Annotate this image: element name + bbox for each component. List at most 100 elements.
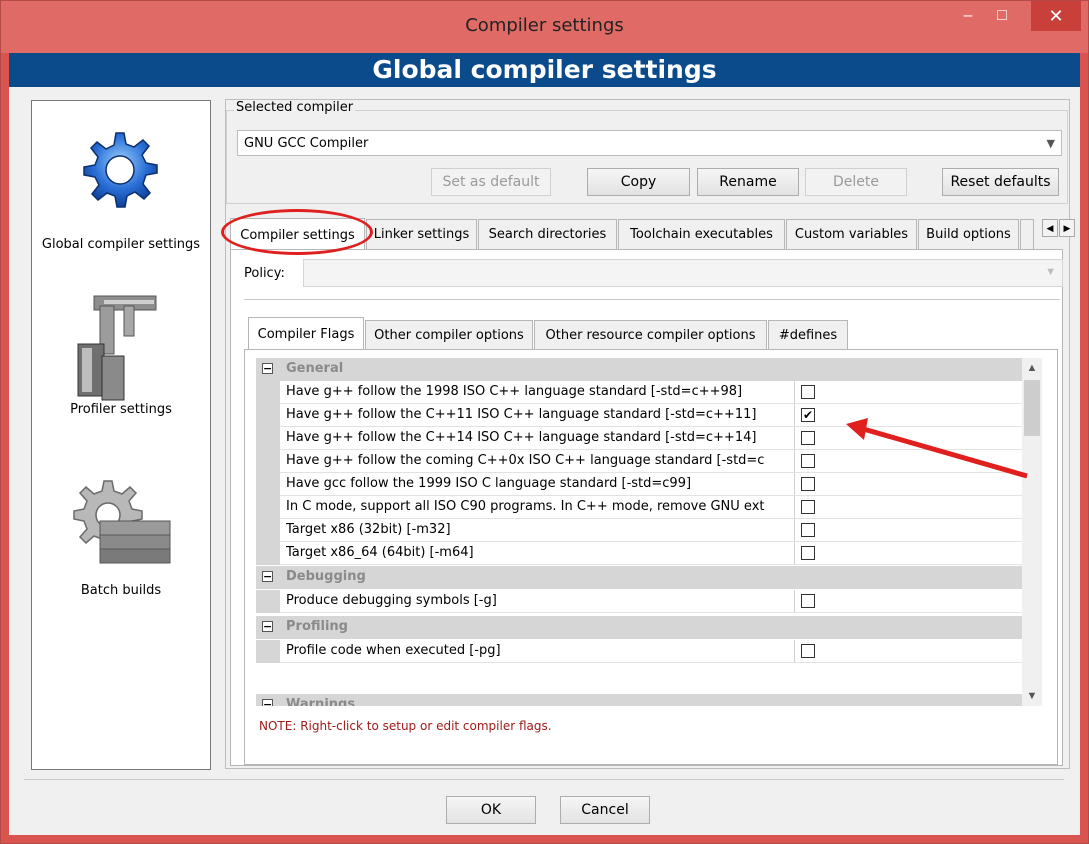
chevron-down-icon: ▼ xyxy=(1046,137,1055,150)
row-gutter xyxy=(256,590,280,613)
caliper-icon xyxy=(77,295,157,401)
flag-checkbox[interactable] xyxy=(801,454,815,468)
tab-other-resource-compiler-options[interactable]: Other resource compiler options xyxy=(534,320,767,350)
sidebar-item-label: Profiler settings xyxy=(70,402,172,417)
flag-row[interactable]: Produce debugging symbols [-g] xyxy=(256,590,1022,613)
flag-name: Profile code when executed [-pg] xyxy=(286,643,501,658)
set-as-default-button[interactable]: Set as default xyxy=(431,168,551,196)
tab-compiler-flags[interactable]: Compiler Flags xyxy=(248,317,364,350)
flag-row[interactable]: In C mode, support all ISO C90 programs.… xyxy=(256,496,1022,519)
copy-button[interactable]: Copy xyxy=(587,168,690,196)
flag-checkbox[interactable] xyxy=(801,546,815,560)
column-divider xyxy=(794,473,795,496)
delete-button[interactable]: Delete xyxy=(805,168,907,196)
tab-search-directories[interactable]: Search directories xyxy=(478,219,617,249)
minimize-button[interactable]: – xyxy=(951,1,985,31)
flag-name: Have g++ follow the C++11 ISO C++ langua… xyxy=(286,407,757,422)
policy-separator xyxy=(244,299,1060,300)
flag-checkbox[interactable] xyxy=(801,500,815,514)
maximize-button[interactable]: □ xyxy=(985,1,1019,31)
title-bar[interactable]: Compiler settings – □ ✕ xyxy=(1,1,1088,53)
flag-checkbox[interactable] xyxy=(801,385,815,399)
tab-custom-variables[interactable]: Custom variables xyxy=(786,219,917,249)
flag-row[interactable]: Target x86 (32bit) [-m32] xyxy=(256,519,1022,542)
row-gutter xyxy=(256,427,280,450)
column-divider xyxy=(794,427,795,450)
flag-name: Have gcc follow the 1999 ISO C language … xyxy=(286,476,692,491)
tab-scroll-left-button[interactable]: ◀ xyxy=(1042,219,1058,237)
collapse-toggle-icon[interactable]: − xyxy=(262,621,273,632)
collapse-toggle-icon[interactable]: − xyxy=(262,699,273,706)
policy-label: Policy: xyxy=(244,266,285,281)
flag-name: Target x86 (32bit) [-m32] xyxy=(286,522,451,537)
row-gutter xyxy=(256,542,280,565)
column-divider xyxy=(794,640,795,663)
collapse-toggle-icon[interactable]: − xyxy=(262,363,273,374)
row-gutter xyxy=(256,381,280,404)
tab-defines[interactable]: #defines xyxy=(768,320,848,350)
sidebar-item-profiler-settings[interactable]: Profiler settings xyxy=(32,286,210,456)
category-general[interactable]: − General xyxy=(256,358,1022,381)
flag-name: Have g++ follow the C++14 ISO C++ langua… xyxy=(286,430,757,445)
flags-vertical-scrollbar[interactable]: ▲ ▼ xyxy=(1022,358,1042,706)
scroll-down-icon[interactable]: ▼ xyxy=(1022,686,1042,706)
window-title: Compiler settings xyxy=(465,15,624,36)
compiler-flags-grid[interactable]: − General Have g++ follow the 1998 ISO C… xyxy=(256,358,1022,706)
flag-name: Have g++ follow the coming C++0x ISO C++… xyxy=(286,453,765,468)
flag-name: Target x86_64 (64bit) [-m64] xyxy=(286,545,474,560)
sidebar-item-label: Global compiler settings xyxy=(41,237,201,252)
flag-name: Produce debugging symbols [-g] xyxy=(286,593,497,608)
column-divider xyxy=(794,496,795,519)
flag-checkbox[interactable] xyxy=(801,477,815,491)
row-divider xyxy=(280,564,1022,565)
flag-row[interactable]: Profile code when executed [-pg] xyxy=(256,640,1022,663)
column-divider xyxy=(794,519,795,542)
tab-other-compiler-options[interactable]: Other compiler options xyxy=(365,320,533,350)
sidebar-item-batch-builds[interactable]: Batch builds xyxy=(32,471,210,641)
tab-linker-settings[interactable]: Linker settings xyxy=(366,219,477,249)
gear-blocks-icon xyxy=(73,480,171,564)
tab-scroll-right-button[interactable]: ▶ xyxy=(1059,219,1075,237)
tab-overflow xyxy=(1020,219,1034,249)
settings-category-list: Global compiler settings Profiler settin… xyxy=(31,100,211,770)
row-gutter xyxy=(256,450,280,473)
category-warnings[interactable]: − Warnings xyxy=(256,694,1022,706)
policy-select[interactable]: ▼ xyxy=(303,259,1063,287)
row-divider xyxy=(280,612,1022,613)
category-label: Warnings xyxy=(286,697,356,706)
flags-note: NOTE: Right-click to setup or edit compi… xyxy=(259,719,552,733)
row-gutter xyxy=(256,496,280,519)
category-profiling[interactable]: − Profiling xyxy=(256,616,1022,639)
selected-compiler-label: Selected compiler xyxy=(234,100,356,115)
row-gutter xyxy=(256,473,280,496)
rename-button[interactable]: Rename xyxy=(697,168,799,196)
close-button[interactable]: ✕ xyxy=(1031,1,1081,31)
tab-toolchain-executables[interactable]: Toolchain executables xyxy=(618,219,785,249)
compiler-select-value: GNU GCC Compiler xyxy=(244,136,369,151)
tab-build-options[interactable]: Build options xyxy=(918,219,1019,249)
flag-checkbox[interactable]: ✔ xyxy=(801,408,815,422)
compiler-select[interactable]: GNU GCC Compiler ▼ xyxy=(237,130,1062,156)
collapse-toggle-icon[interactable]: − xyxy=(262,571,273,582)
page-header: Global compiler settings xyxy=(9,53,1080,87)
flag-checkbox[interactable] xyxy=(801,431,815,445)
flag-row[interactable]: Target x86_64 (64bit) [-m64] xyxy=(256,542,1022,565)
flag-name: Have g++ follow the 1998 ISO C++ languag… xyxy=(286,384,743,399)
scroll-up-icon[interactable]: ▲ xyxy=(1022,358,1042,378)
row-gutter xyxy=(256,519,280,542)
flag-checkbox[interactable] xyxy=(801,594,815,608)
sidebar-item-global-compiler-settings[interactable]: Global compiler settings xyxy=(32,109,210,289)
column-divider xyxy=(794,542,795,565)
cancel-button[interactable]: Cancel xyxy=(560,796,650,824)
reset-defaults-button[interactable]: Reset defaults xyxy=(942,168,1059,196)
annotation-arrow-icon xyxy=(846,418,1028,479)
column-divider xyxy=(794,381,795,404)
flag-checkbox[interactable] xyxy=(801,644,815,658)
column-divider xyxy=(794,590,795,613)
column-divider xyxy=(794,450,795,473)
flag-checkbox[interactable] xyxy=(801,523,815,537)
flag-row[interactable]: Have g++ follow the 1998 ISO C++ languag… xyxy=(256,381,1022,404)
category-debugging[interactable]: − Debugging xyxy=(256,566,1022,589)
ok-button[interactable]: OK xyxy=(446,796,536,824)
footer-separator xyxy=(24,779,1064,780)
